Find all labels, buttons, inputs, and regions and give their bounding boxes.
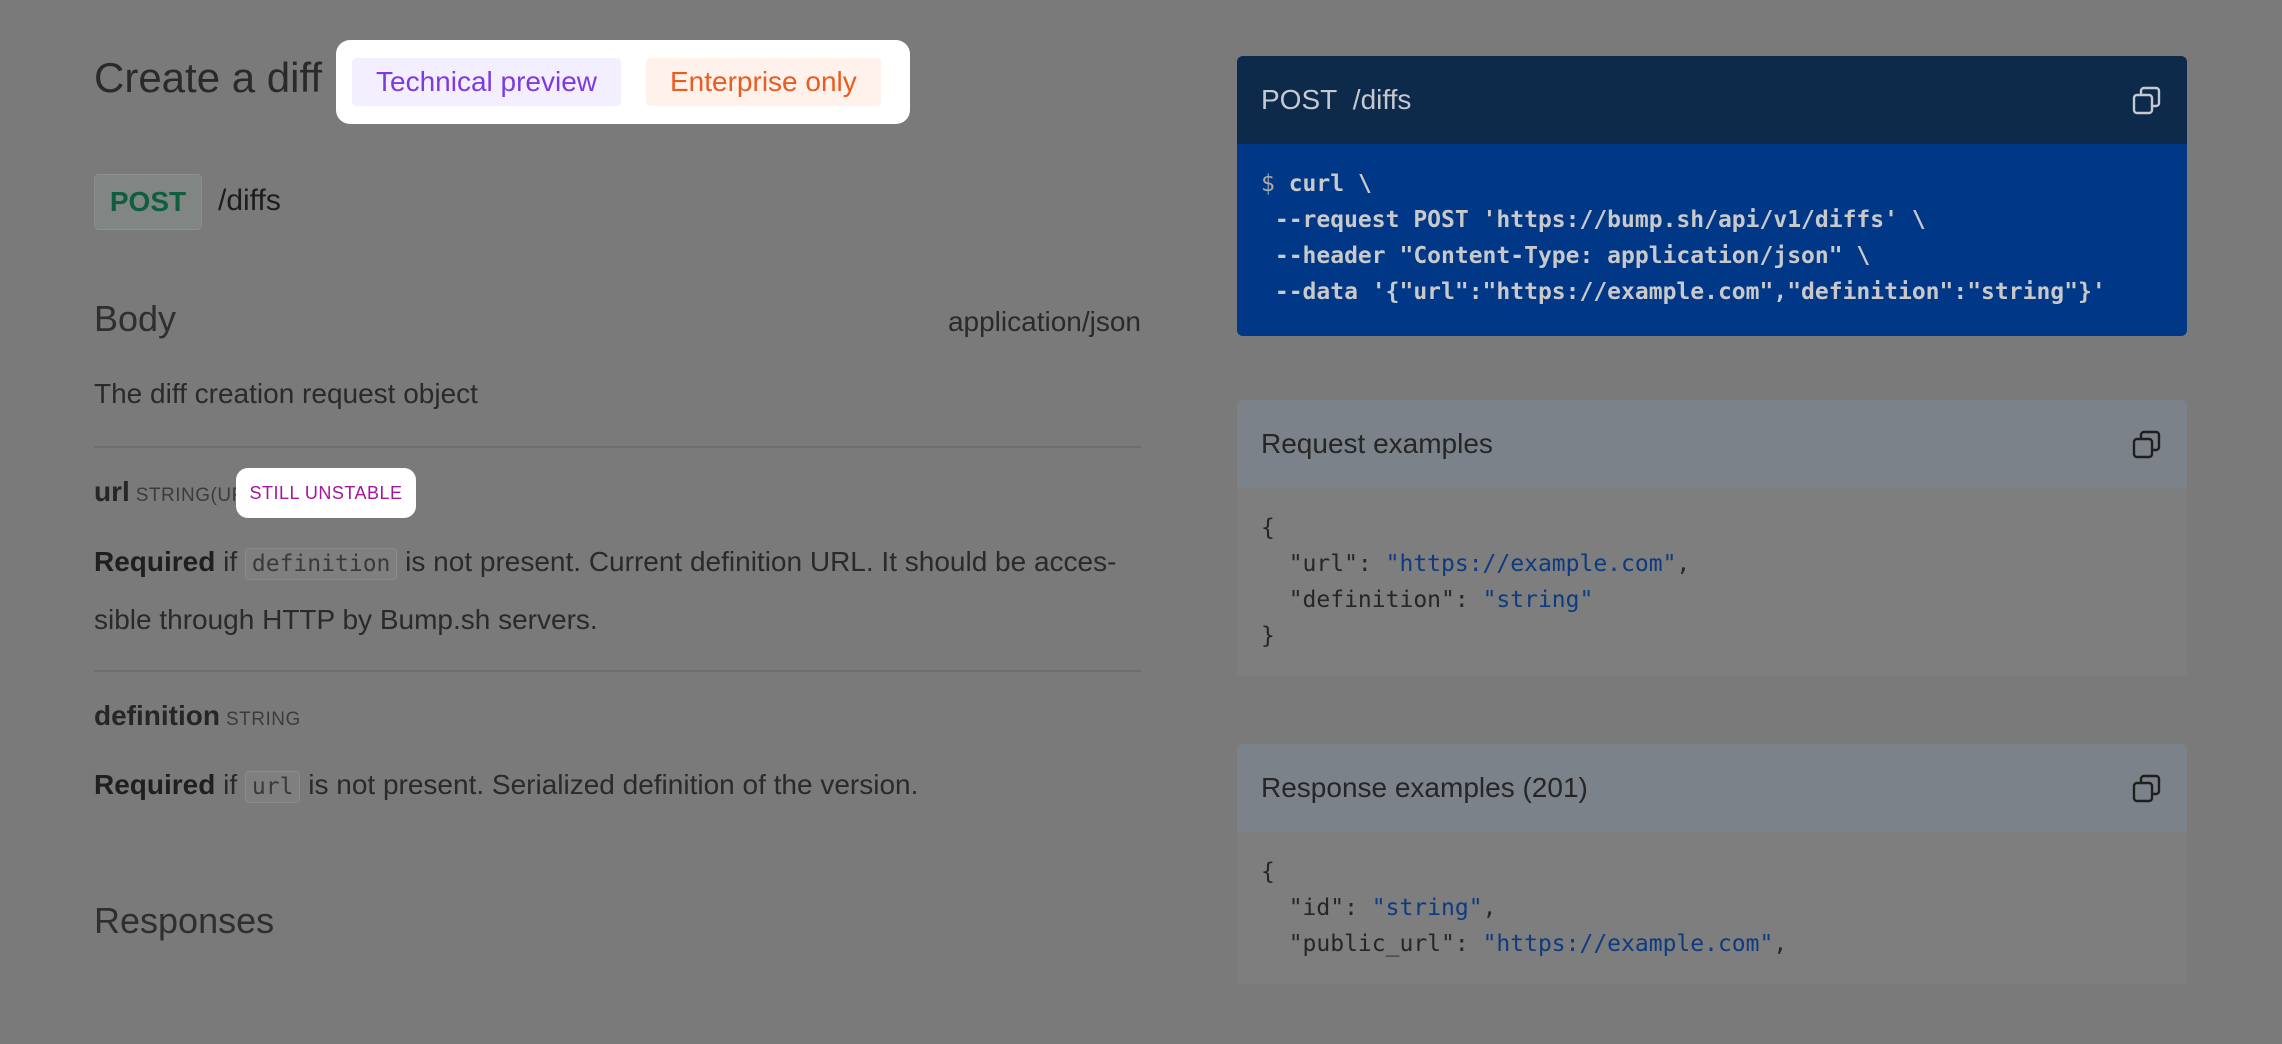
param-definition-name: definition STRING (94, 700, 301, 732)
json-key: "id": (1261, 895, 1372, 921)
param-type-label: STRING(UR (135, 485, 246, 506)
code-line: --data '{"url":"https://example.com","de… (1261, 279, 2106, 305)
technical-preview-badge: Technical preview (352, 58, 621, 106)
request-json-block: { "url": "https://example.com", "definit… (1237, 488, 2187, 676)
json-string: "string" (1371, 895, 1483, 921)
if-text: if (215, 546, 245, 577)
json-comma: , (1482, 895, 1497, 921)
divider (94, 446, 1141, 448)
copy-icon[interactable] (2131, 773, 2163, 805)
param-url-description: Required if definition is not present. C… (94, 534, 1141, 648)
json-string: "https://example.com" (1385, 551, 1677, 577)
required-label: Required (94, 769, 216, 800)
still-unstable-badge: STILL UNSTABLE (236, 468, 416, 518)
if-text: if (215, 769, 245, 800)
responses-heading: Responses (94, 900, 275, 941)
enterprise-only-badge: Enterprise only (646, 58, 881, 106)
description-text: is not present. Serialized definition of… (300, 769, 919, 800)
json-string: "string" (1482, 587, 1594, 613)
param-definition-description: Required if url is not present. Serializ… (94, 757, 1141, 815)
curl-method: POST (1261, 84, 1338, 115)
json-key: "url": (1261, 551, 1386, 577)
curl-code-block: $ curl \ --request POST 'https://bump.sh… (1237, 144, 2187, 336)
request-examples-header: Request examples (1237, 400, 2187, 488)
shell-prompt: $ (1261, 171, 1275, 197)
copy-icon[interactable] (2131, 429, 2163, 461)
response-examples-title: Response examples (201) (1261, 772, 1588, 803)
code-line: curl \ (1274, 171, 1372, 197)
description-text: sible through HTTP by Bump.sh servers. (94, 604, 598, 635)
inline-code: url (244, 771, 301, 803)
code-line: --header "Content-Type: application/json… (1261, 243, 1871, 269)
json-string: "https://example.com" (1482, 931, 1774, 957)
response-examples-panel: Response examples (201) { "id": "string"… (1237, 744, 2187, 1044)
endpoint-path: /diffs (218, 184, 281, 217)
curl-example-panel: POST /diffs $ curl \ --request POST 'htt… (1237, 56, 2187, 336)
curl-panel-header: POST /diffs (1237, 56, 2187, 144)
copy-icon[interactable] (2131, 85, 2163, 117)
body-heading: Body (94, 298, 177, 339)
http-method-badge: POST (94, 174, 202, 230)
required-label: Required (94, 546, 216, 577)
curl-path: /diffs (1352, 84, 1412, 115)
description-text: is not present. Current definition URL. … (397, 546, 1117, 577)
body-description: The diff creation request object (94, 378, 478, 409)
param-name-label: definition (94, 700, 220, 731)
param-url-name: url STRING(UR (94, 476, 246, 508)
request-examples-title: Request examples (1261, 428, 1493, 459)
param-name-label: url (94, 476, 130, 507)
code-line: { (1261, 515, 1275, 541)
page-title: Create a diff (94, 54, 323, 101)
response-json-block: { "id": "string", "public_url": "https:/… (1237, 832, 2187, 984)
json-comma: , (1773, 931, 1788, 957)
param-type-label: STRING (225, 709, 301, 730)
json-key: "public_url": (1261, 931, 1483, 957)
response-examples-header: Response examples (201) (1237, 744, 2187, 832)
divider (94, 670, 1141, 672)
json-comma: , (1676, 551, 1691, 577)
code-line: { (1261, 859, 1275, 885)
request-examples-panel: Request examples { "url": "https://examp… (1237, 400, 2187, 680)
body-content-type: application/json (947, 306, 1141, 337)
inline-code: definition (244, 548, 398, 580)
code-line: --request POST 'https://bump.sh/api/v1/d… (1261, 207, 1926, 233)
code-line: } (1261, 623, 1275, 649)
badge-highlight: Technical preview Enterprise only (336, 40, 910, 124)
json-key: "definition": (1261, 587, 1483, 613)
